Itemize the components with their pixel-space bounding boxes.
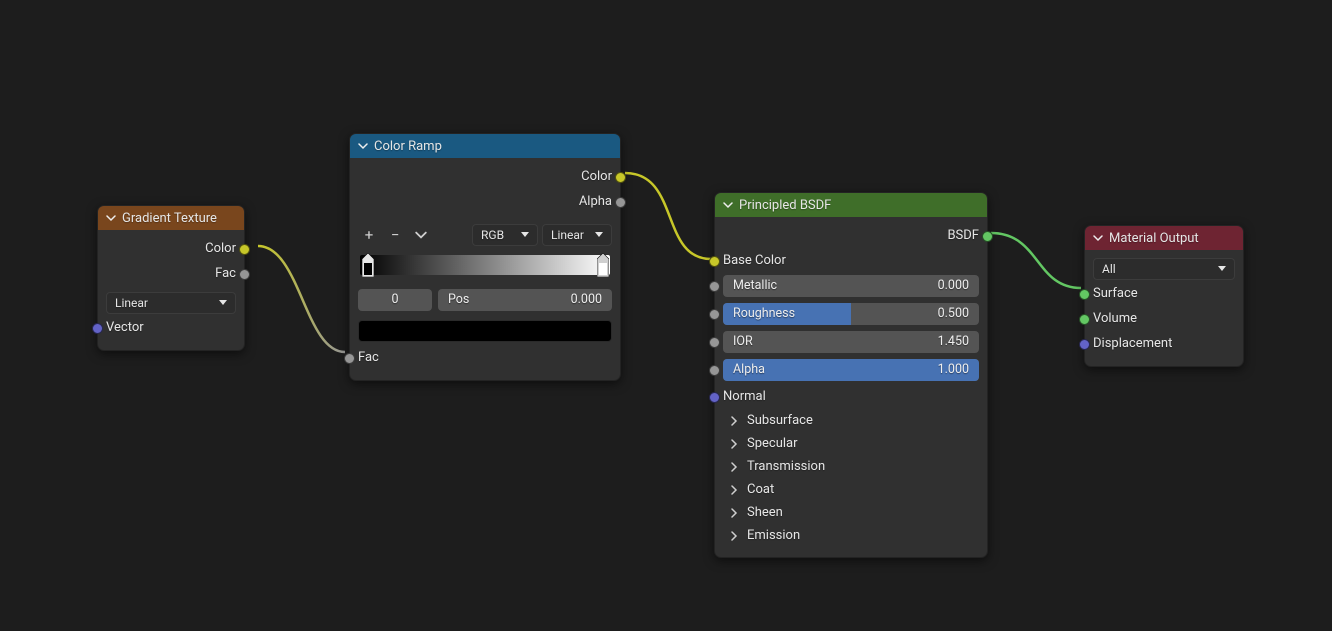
input-displacement: Displacement (1093, 331, 1235, 356)
gradient-type-select[interactable]: Linear (106, 292, 236, 314)
input-fac: Fac (358, 345, 612, 370)
node-title: Principled BSDF (739, 198, 831, 213)
chevron-right-icon (729, 439, 739, 449)
socket-fac-out[interactable] (239, 269, 250, 280)
roughness-slider[interactable]: Roughness 0.500 (723, 303, 979, 325)
socket-normal-in[interactable] (709, 392, 720, 403)
ramp-add-stop-button[interactable]: + (358, 224, 380, 246)
node-header-ramp[interactable]: Color Ramp (350, 134, 620, 158)
chevron-down-icon (723, 200, 733, 210)
node-title: Gradient Texture (122, 211, 217, 226)
ramp-remove-stop-button[interactable]: − (384, 224, 406, 246)
ramp-stop-pos[interactable]: Pos 0.000 (438, 289, 612, 311)
socket-metallic-in[interactable] (709, 281, 720, 292)
node-title: Color Ramp (374, 139, 442, 154)
panel-specular[interactable]: Specular (723, 432, 979, 455)
output-color: Color (106, 236, 236, 261)
chevron-right-icon (729, 531, 739, 541)
ramp-interp-select[interactable]: Linear (542, 224, 612, 246)
input-normal: Normal (723, 384, 979, 409)
alpha-slider[interactable]: Alpha 1.000 (723, 359, 979, 381)
node-title: Material Output (1109, 231, 1199, 246)
output-alpha: Alpha (358, 189, 612, 214)
node-header-gradient[interactable]: Gradient Texture (98, 206, 244, 230)
node-principled-bsdf[interactable]: Principled BSDF BSDF Base Color Metallic… (714, 192, 988, 558)
panel-emission[interactable]: Emission (723, 524, 979, 547)
chevron-down-icon (1093, 233, 1103, 243)
output-fac: Fac (106, 261, 236, 286)
ramp-mode-select[interactable]: RGB (472, 224, 538, 246)
chevron-down-icon (595, 232, 603, 237)
socket-vector-in[interactable] (92, 323, 103, 334)
socket-alpha-in[interactable] (709, 365, 720, 376)
socket-alpha-out[interactable] (615, 197, 626, 208)
chevron-right-icon (729, 462, 739, 472)
panel-subsurface[interactable]: Subsurface (723, 409, 979, 432)
socket-fac-in[interactable] (344, 353, 355, 364)
socket-roughness-in[interactable] (709, 309, 720, 320)
node-header-output[interactable]: Material Output (1085, 226, 1243, 250)
node-material-output[interactable]: Material Output All Surface Volume Displ… (1084, 225, 1244, 367)
output-bsdf: BSDF (723, 223, 979, 248)
chevron-down-icon (358, 141, 368, 151)
socket-surface-in[interactable] (1079, 289, 1090, 300)
chevron-down-icon (106, 213, 116, 223)
color-ramp-gradient[interactable] (360, 255, 610, 275)
input-metallic: Metallic 0.000 (723, 273, 979, 298)
ior-field[interactable]: IOR 1.450 (723, 331, 979, 353)
panel-transmission[interactable]: Transmission (723, 455, 979, 478)
output-color: Color (358, 164, 612, 189)
socket-ior-in[interactable] (709, 337, 720, 348)
node-color-ramp[interactable]: Color Ramp Color Alpha + − RGB Linear (349, 133, 621, 381)
input-surface: Surface (1093, 281, 1235, 306)
panel-coat[interactable]: Coat (723, 478, 979, 501)
node-gradient-texture[interactable]: Gradient Texture Color Fac Linear Vector (97, 205, 245, 351)
socket-base-color-in[interactable] (709, 256, 720, 267)
input-vector: Vector (106, 315, 236, 340)
ramp-stop-index[interactable]: 0 (358, 289, 432, 311)
chevron-down-icon (219, 300, 227, 305)
socket-color-out[interactable] (239, 244, 250, 255)
input-base-color: Base Color (723, 248, 979, 273)
input-alpha: Alpha 1.000 (723, 357, 979, 382)
chevron-right-icon (729, 416, 739, 426)
ramp-tools-button[interactable] (410, 224, 432, 246)
metallic-slider[interactable]: Metallic 0.000 (723, 275, 979, 297)
input-volume: Volume (1093, 306, 1235, 331)
socket-volume-in[interactable] (1079, 314, 1090, 325)
ramp-stop-0[interactable] (362, 253, 374, 277)
panel-sheen[interactable]: Sheen (723, 501, 979, 524)
output-target-select[interactable]: All (1093, 258, 1235, 280)
socket-displacement-in[interactable] (1079, 339, 1090, 350)
node-header-bsdf[interactable]: Principled BSDF (715, 193, 987, 217)
chevron-right-icon (729, 485, 739, 495)
chevron-right-icon (729, 508, 739, 518)
ramp-stop-color-swatch[interactable] (358, 320, 612, 342)
socket-color-out[interactable] (615, 172, 626, 183)
chevron-down-icon (521, 232, 529, 237)
socket-bsdf-out[interactable] (982, 231, 993, 242)
input-ior: IOR 1.450 (723, 329, 979, 354)
chevron-down-icon (1218, 266, 1226, 271)
ramp-stop-1[interactable] (597, 253, 609, 277)
input-roughness: Roughness 0.500 (723, 301, 979, 326)
